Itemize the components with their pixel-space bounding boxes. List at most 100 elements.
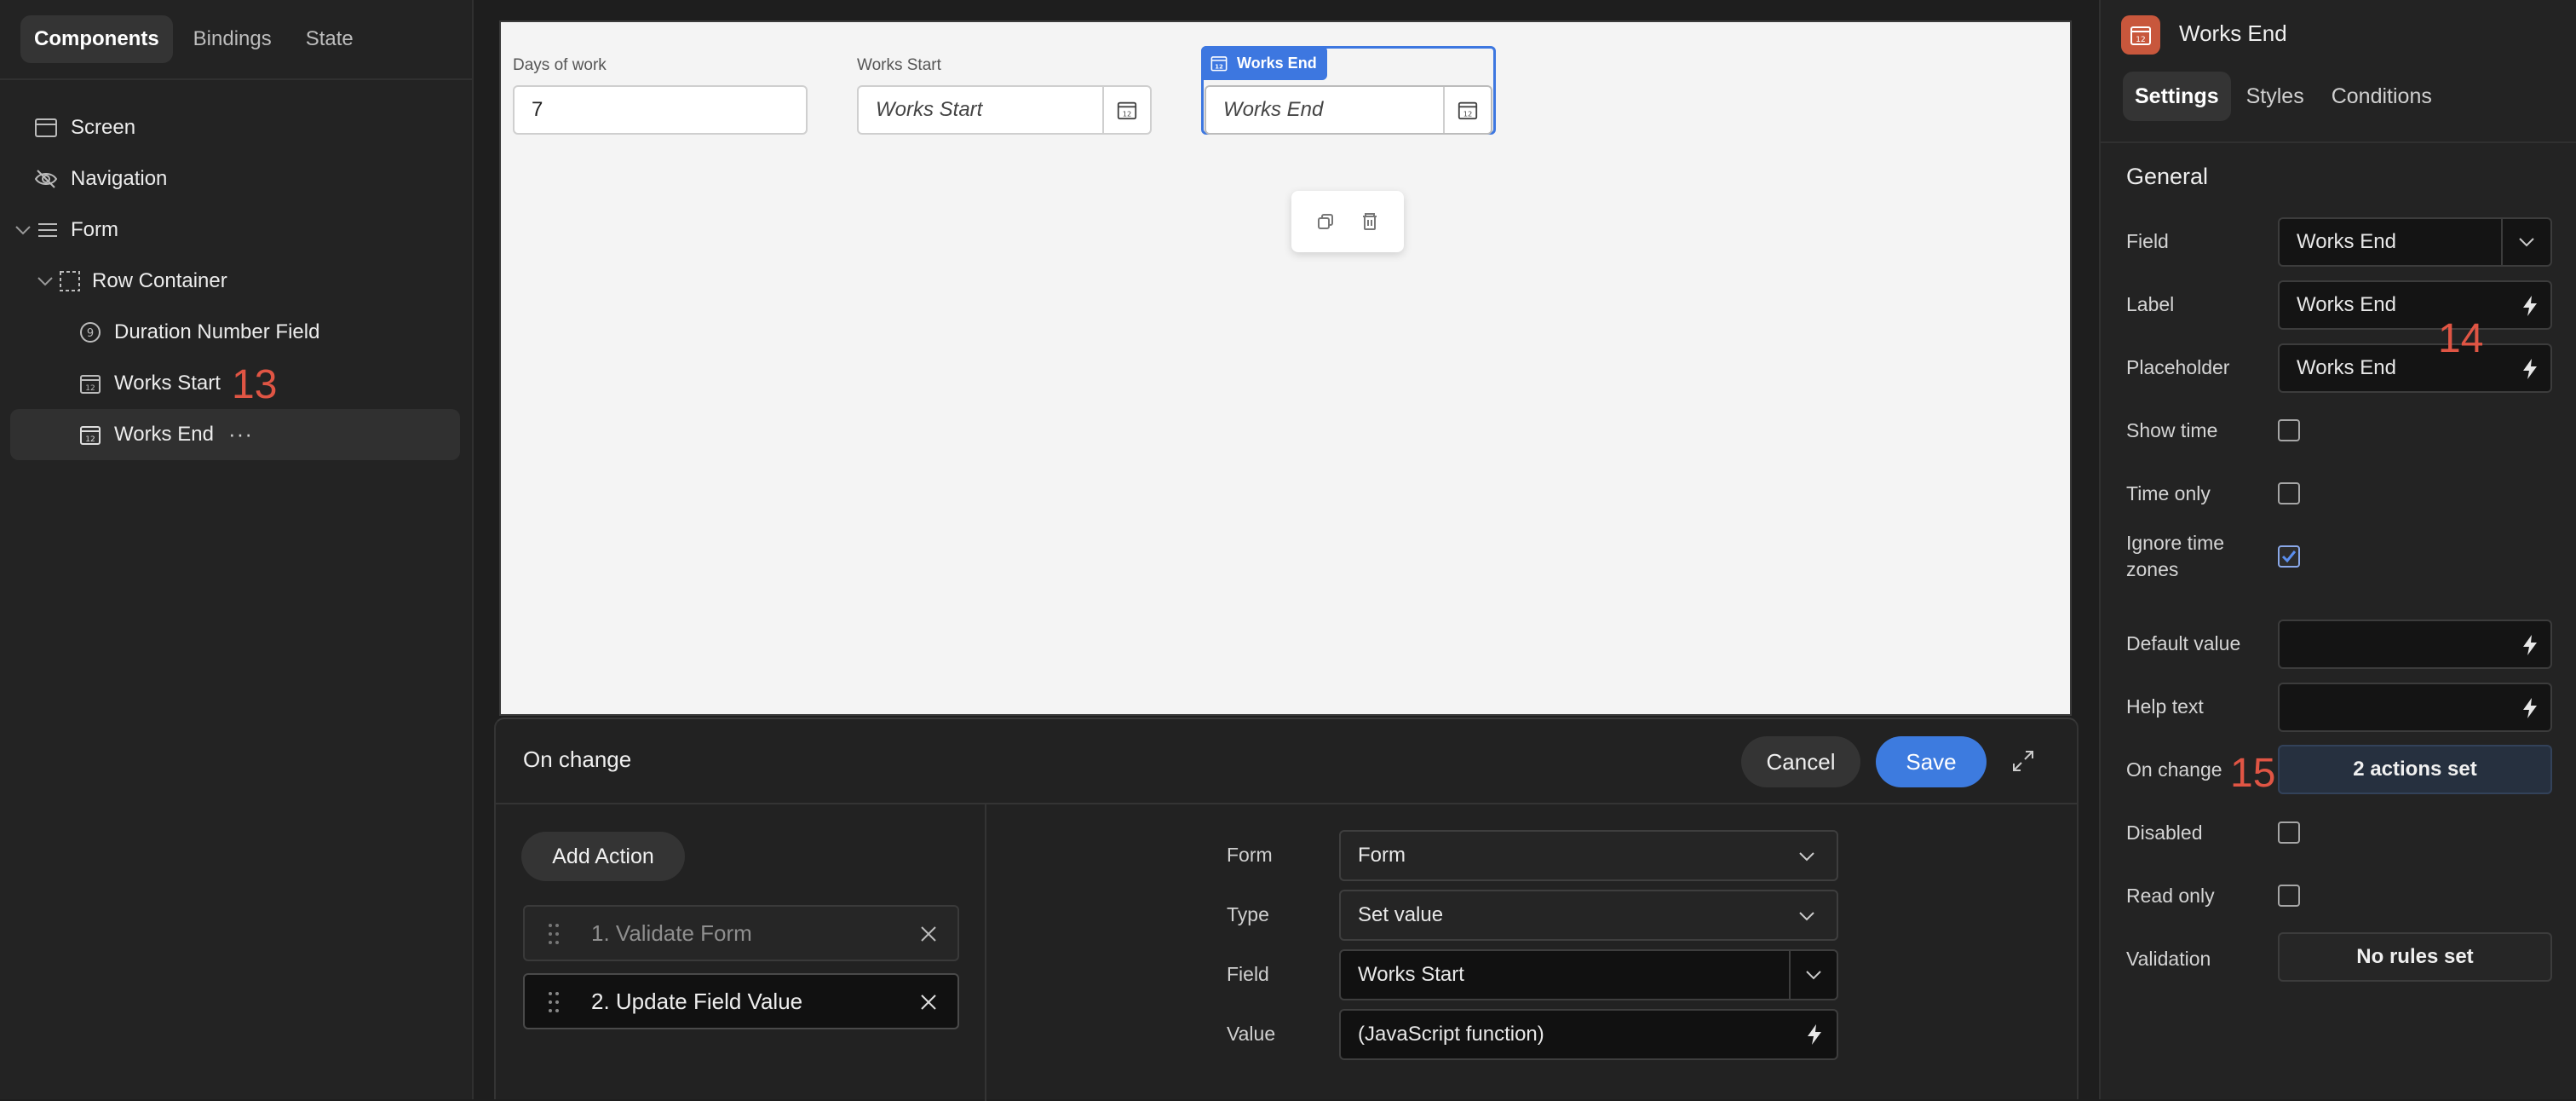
bolt-icon[interactable] [2520,357,2540,381]
days-of-work-input[interactable]: 7 [513,85,808,135]
type-select[interactable]: Set value [1339,890,1838,941]
field-label-days-of-work: Days of work [513,56,607,74]
works-end-date-input[interactable]: Works End 12 [1205,85,1492,135]
on-change-actions-button[interactable]: 2 actions set [2278,745,2552,794]
component-type-icon: 12 [2121,15,2160,55]
placeholder-input-value: Works End [2297,356,2396,379]
type-select-value: Set value [1358,903,1444,926]
tab-state[interactable]: State [292,15,367,63]
section-title-general: General [2126,164,2209,189]
placeholder-input[interactable]: Works End [2278,343,2552,393]
tab-components[interactable]: Components [20,15,173,63]
checkmark-icon [2281,550,2297,563]
works-end-calendar-button[interactable]: 12 [1443,87,1491,133]
setting-label-show-time: Show time [2126,419,2218,441]
save-button[interactable]: Save [1876,736,1987,787]
close-icon[interactable] [918,924,939,944]
tree-item-duration-number-field[interactable]: 9 Duration Number Field [10,307,460,358]
action-item-validate-form[interactable]: 1. Validate Form [523,905,959,961]
chevron-down-icon[interactable] [36,272,55,291]
calendar-icon: 12 [80,426,101,445]
bolt-icon[interactable] [1804,1023,1825,1046]
works-end-placeholder: Works End [1223,98,1324,121]
setting-label-disabled: Disabled [2126,821,2203,844]
delete-icon[interactable] [1360,212,1379,231]
form-select-value: Form [1358,844,1406,867]
tree-item-form[interactable]: Form [10,205,460,256]
field-select[interactable]: Works Start [1339,949,1838,1000]
drag-handle-icon[interactable] [547,990,561,1014]
tab-conditions[interactable]: Conditions [2320,72,2444,121]
chevron-down-icon [1806,971,1821,980]
svg-text:12: 12 [1463,109,1473,118]
bolt-icon[interactable] [2520,633,2540,657]
read-only-checkbox[interactable] [2278,885,2300,907]
svg-text:12: 12 [2136,36,2145,44]
tab-bindings[interactable]: Bindings [180,15,285,63]
chevron-down-icon [1799,912,1814,921]
drawer-title: On change [523,746,632,772]
works-start-calendar-button[interactable]: 12 [1102,87,1150,133]
field-select[interactable]: Works End [2278,217,2552,267]
works-start-date-input[interactable]: Works Start 12 [857,85,1152,135]
label-input[interactable]: Works End [2278,280,2552,330]
tree-item-screen[interactable]: Screen [10,102,460,153]
tree-item-label: Works End [114,423,214,446]
setting-label-ignore-time-zones: Ignore time zones [2126,532,2225,580]
config-label-type: Type [1227,903,1269,925]
drawer-divider [496,803,2077,804]
tree-item-row-container[interactable]: Row Container [10,256,460,307]
svg-text:9: 9 [87,327,94,340]
close-icon[interactable] [918,992,939,1012]
eye-off-icon [34,170,58,188]
action-item-update-field-value[interactable]: 2. Update Field Value [523,973,959,1029]
bolt-icon[interactable] [2520,696,2540,720]
show-time-checkbox[interactable] [2278,419,2300,441]
form-icon [38,223,57,237]
component-title: Works End [2179,20,2287,46]
annotation-15: 15 [2230,751,2276,796]
setting-label-on-change: On change [2126,758,2222,781]
tree-item-navigation[interactable]: Navigation [10,153,460,205]
validation-rules-button[interactable]: No rules set [2278,932,2552,982]
setting-label-time-only: Time only [2126,482,2211,504]
form-select[interactable]: Form [1339,830,1838,881]
bolt-icon[interactable] [2520,294,2540,318]
ignore-time-zones-checkbox[interactable] [2278,545,2300,568]
label-input-value: Works End [2297,293,2396,316]
help-text-input[interactable] [2278,683,2552,732]
works-start-placeholder: Works Start [876,98,983,121]
more-options-icon[interactable]: ··· [228,421,253,447]
disabled-checkbox[interactable] [2278,821,2300,844]
action-label: 1. Validate Form [591,919,752,946]
container-icon [60,271,80,291]
tab-settings[interactable]: Settings [2123,72,2231,121]
selected-component-name: Works End [1237,54,1317,72]
tree-item-label: Screen [71,116,136,139]
value-input[interactable]: (JavaScript function) [1339,1009,1838,1060]
expand-icon[interactable] [2010,748,2036,774]
time-only-checkbox[interactable] [2278,482,2300,504]
calendar-icon: 12 [1117,101,1137,120]
selected-component-tag[interactable]: 12 Works End [1201,46,1327,80]
field-select-dropdown-button[interactable] [1789,951,1837,999]
tree-item-label: Works Start [114,372,221,395]
number-field-icon: 9 [80,322,101,343]
tree-item-label: Duration Number Field [114,320,320,343]
config-label-value: Value [1227,1023,1276,1045]
chevron-down-icon[interactable] [14,221,32,239]
tree-item-works-end[interactable]: 12 Works End ··· [10,409,460,460]
duplicate-icon[interactable] [1316,212,1335,231]
design-canvas[interactable]: Days of work 7 Works Start Works Start 1… [499,20,2072,716]
tab-styles[interactable]: Styles [2234,72,2316,121]
setting-label-read-only: Read only [2126,885,2215,907]
field-dropdown-button[interactable] [2501,219,2550,265]
add-action-button[interactable]: Add Action [521,832,685,881]
setting-label-validation: Validation [2126,948,2211,970]
default-value-input[interactable] [2278,620,2552,669]
field-select-value: Works End [2297,230,2396,253]
setting-label-placeholder: Placeholder [2126,356,2230,378]
setting-label-label: Label [2126,293,2175,315]
drag-handle-icon[interactable] [547,922,561,946]
cancel-button[interactable]: Cancel [1741,736,1860,787]
